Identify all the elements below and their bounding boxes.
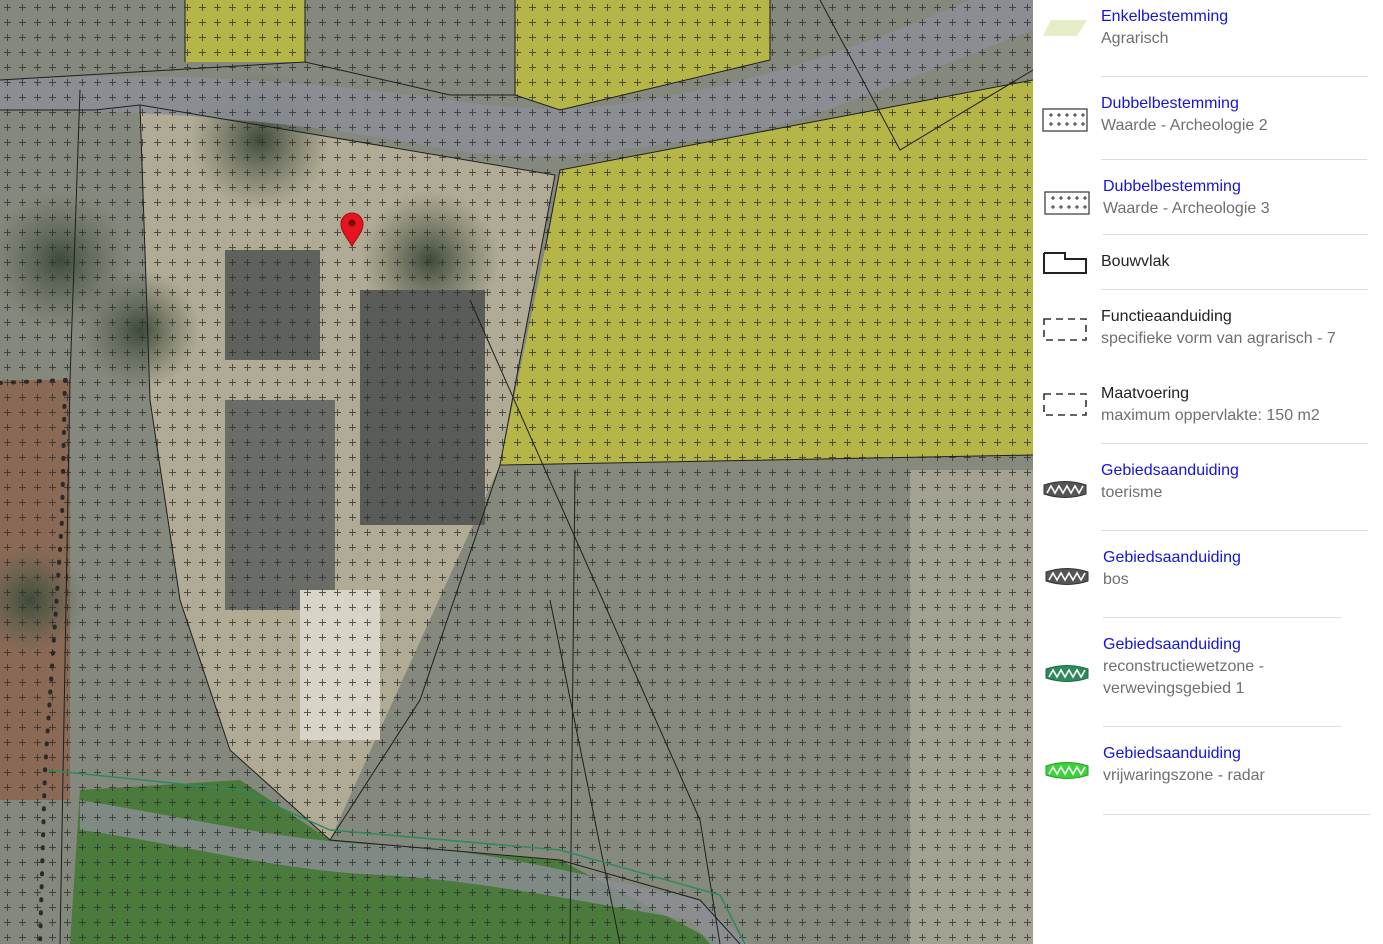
legend-divider [1101,76,1368,77]
agrarisch-swatch-icon [1043,20,1087,36]
legend-divider [1103,814,1370,815]
crosshatch-grid-icon [1042,108,1088,132]
legend-divider [1103,726,1341,727]
legend-title-link[interactable]: Dubbelbestemming [1103,176,1368,198]
dashed-rectangle-icon [1043,318,1087,341]
crosshatch-grid-icon [1044,191,1090,215]
legend-subtitle: reconstructiewetzone - verwevingsgebied … [1103,658,1264,697]
legend-subtitle: Agrarisch [1101,30,1169,47]
map-canvas[interactable] [0,0,1033,944]
legend-title-link[interactable]: Gebiedsaanduiding [1103,743,1368,765]
legend-title: Functieaanduiding [1101,308,1232,325]
legend-title-link[interactable]: Gebiedsaanduiding [1103,634,1368,656]
map-view[interactable] [0,0,1033,944]
legend-title-link[interactable]: Enkelbestemming [1101,6,1366,28]
legend-title-link[interactable]: Gebiedsaanduiding [1103,547,1368,569]
legend-subtitle: specifieke vorm van agrarisch - 7 [1101,330,1336,347]
legend-divider [1101,443,1368,444]
zigzag-band-gray-icon [1045,568,1089,585]
zigzag-band-green-icon [1045,665,1089,682]
dashed-rectangle-icon [1043,393,1087,416]
legend-divider [1101,289,1368,290]
legend-title-link[interactable]: Gebiedsaanduiding [1101,460,1366,482]
legend-title: Maatvoering [1101,385,1190,402]
legend-title-link[interactable]: Dubbelbestemming [1101,93,1366,115]
legend-divider [1103,617,1341,618]
legend-panel: Enkelbestemming Agrarisch Dubbelbestemmi… [1033,0,1383,944]
legend-divider [1101,530,1368,531]
legend-subtitle: Waarde - Archeologie 3 [1103,200,1270,217]
bouwvlak-outline-icon [1043,252,1087,274]
legend-title: Bouwvlak [1101,253,1170,270]
archeologie-hatch [0,0,1033,944]
legend-subtitle: vrijwaringszone - radar [1103,767,1265,784]
legend-divider [1103,234,1368,235]
legend-subtitle: Waarde - Archeologie 2 [1101,117,1268,134]
zigzag-band-lime-icon [1045,762,1089,779]
legend-subtitle: toerisme [1101,484,1163,501]
legend-subtitle: maximum oppervlakte: 150 m2 [1101,407,1320,424]
legend-divider [1101,159,1367,160]
legend-subtitle: bos [1103,571,1129,588]
zigzag-band-gray-icon [1043,481,1087,498]
